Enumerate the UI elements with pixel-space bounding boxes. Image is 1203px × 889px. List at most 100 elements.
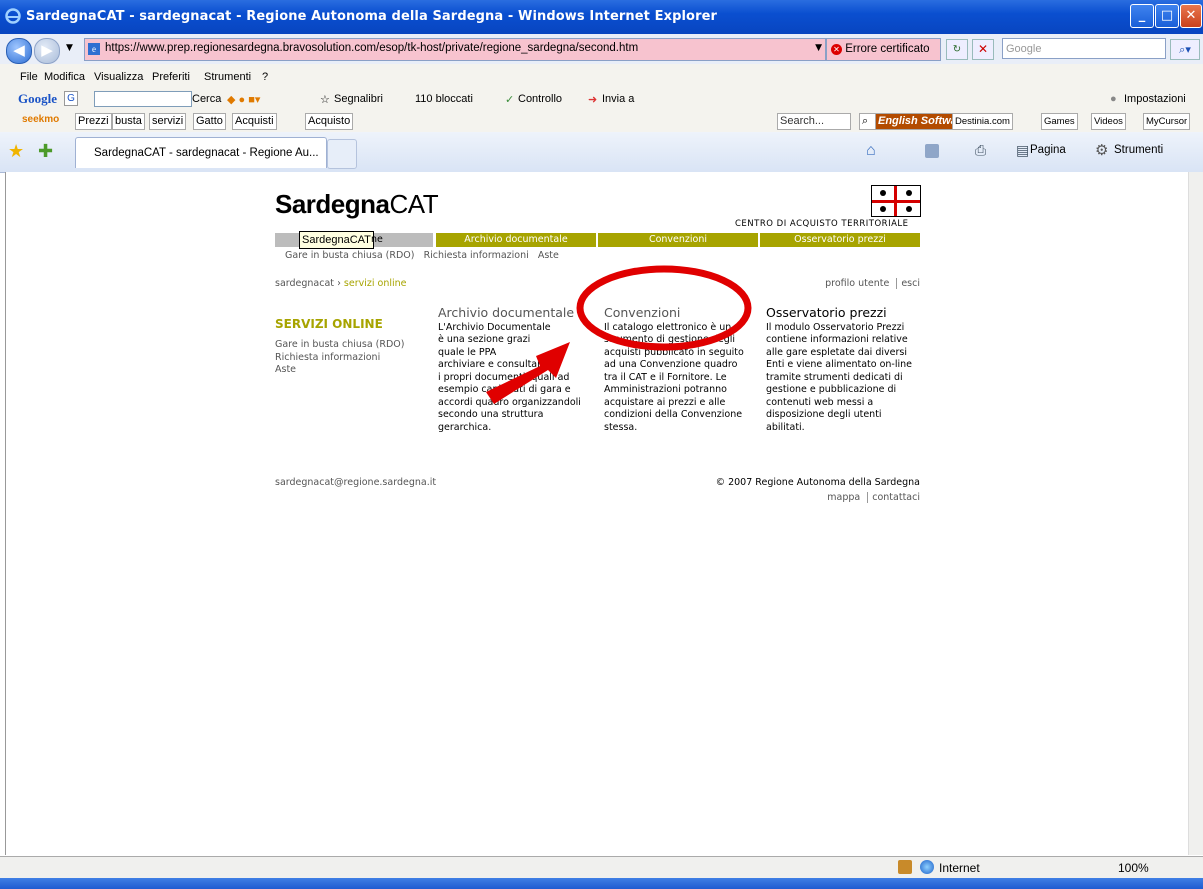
favorites-star-icon[interactable]: ★ [8, 141, 24, 162]
google-cerca-button[interactable]: Cerca [192, 93, 221, 105]
url-dropdown-icon[interactable]: ▼ [815, 43, 822, 53]
seek-btn-acquisti[interactable]: Acquisti [232, 113, 277, 130]
column-osservatorio: Osservatorio prezzi Il modulo Osservator… [766, 305, 912, 433]
new-tab-button[interactable] [327, 139, 357, 169]
seek-btn-servizi[interactable]: servizi [149, 113, 187, 130]
url-input[interactable]: e https://www.prep.regionesardegna.bravo… [84, 38, 826, 61]
page-icon: ▤ [1016, 142, 1030, 158]
google-search-input[interactable] [94, 91, 192, 107]
column-title-archivio[interactable]: Archivio documentale [438, 306, 581, 320]
pagina-menu[interactable]: Pagina [1030, 144, 1066, 156]
nav-convenzioni[interactable]: Convenzioni [598, 233, 758, 247]
menu-preferiti[interactable]: Preferiti [152, 71, 190, 83]
search-button[interactable]: ⌕▾ [1170, 39, 1200, 60]
menu-modifica[interactable]: Modifica [44, 71, 85, 83]
subnav-rdo[interactable]: Gare in busta chiusa (RDO) [285, 250, 415, 261]
tab-label: SardegnaCAT - sardegnacat - Regione Au..… [94, 147, 319, 159]
google-g-icon[interactable]: G [64, 91, 78, 106]
security-icon [898, 860, 912, 874]
footer-link-contattaci[interactable]: contattaci [872, 492, 920, 503]
zone-label: Internet [939, 861, 980, 875]
tab-bar: ★ ✚ SardegnaCAT - sardegnacat - Regione … [0, 132, 1203, 173]
seek-btn-busta[interactable]: busta [112, 113, 145, 130]
status-bar: Internet 100% [0, 856, 1203, 879]
side-link-richiesta[interactable]: Richiesta informazioni [275, 352, 405, 365]
print-icon[interactable]: ⎙ [975, 142, 986, 159]
address-bar: ◀ ▶ ▼ e https://www.prep.regionesardegna… [0, 34, 1203, 65]
window-title: SardegnaCAT - sardegnacat - Regione Auto… [26, 9, 718, 24]
impostazioni-button[interactable]: Impostazioni [1124, 93, 1186, 105]
toolbar-icons[interactable]: ◆ ● ■▾ [227, 93, 260, 106]
seekmo-logo[interactable]: seekmo [22, 114, 59, 125]
footer-link-mappa[interactable]: mappa [827, 492, 860, 503]
home-icon[interactable]: ⌂ [866, 142, 876, 160]
menu-help[interactable]: ? [262, 71, 268, 83]
footer-email[interactable]: sardegnacat@regione.sardegna.it [275, 477, 436, 488]
menu-strumenti[interactable]: Strumenti [204, 71, 251, 83]
seek-btn-prezzi[interactable]: Prezzi [75, 113, 112, 130]
side-links: Gare in busta chiusa (RDO) Richiesta inf… [275, 339, 405, 377]
cert-error-label: Errore certificato [845, 43, 930, 55]
forward-button[interactable]: ▶ [34, 38, 60, 64]
back-button[interactable]: ◀ [6, 38, 32, 64]
spellcheck-icon: ✓ [505, 94, 515, 106]
minimize-button[interactable]: _ [1130, 4, 1154, 28]
menu-file[interactable]: File [20, 71, 38, 83]
nav-dropdown-icon[interactable]: ▼ [66, 43, 73, 53]
seekmo-toolbar: seekmo Prezzi busta servizi Gatto Acquis… [0, 110, 1203, 133]
side-link-aste[interactable]: Aste [275, 364, 405, 377]
controllo-button[interactable]: Controllo [518, 93, 562, 105]
page-favicon-icon: e [88, 43, 100, 55]
send-icon: ➜ [588, 94, 598, 106]
user-links: profilo utente esci [825, 278, 920, 289]
column-convenzioni: Convenzioni Il catalogo elettronico è un… [604, 305, 744, 433]
breadcrumb: sardegnacat › servizi online [275, 278, 407, 289]
link-videos[interactable]: Videos [1091, 113, 1126, 130]
breadcrumb-current: servizi online [343, 278, 407, 289]
sardegnacat-page: SardegnaCAT CENTRO DI ACQUISTO TERRITORI… [275, 182, 921, 522]
site-logo[interactable]: SardegnaCAT [275, 189, 439, 220]
footer-copyright: © 2007 Regione Autonoma della Sardegna [715, 477, 920, 488]
seek-btn-acquisto[interactable]: Acquisto [305, 113, 354, 130]
strumenti-menu[interactable]: Strumenti [1114, 144, 1163, 156]
seek-search-input[interactable]: Search... [777, 113, 851, 130]
subnav-richiesta[interactable]: Richiesta informazioni [424, 250, 529, 261]
nav-osservatorio-prezzi[interactable]: Osservatorio prezzi [760, 233, 920, 247]
nav-label-tail: ne [371, 234, 383, 245]
certificate-error-button[interactable]: ✕ Errore certificato [826, 38, 941, 61]
vertical-scrollbar[interactable] [1188, 172, 1203, 855]
add-favorites-icon[interactable]: ✚ [38, 141, 53, 162]
invia-button[interactable]: Invia a [602, 93, 634, 105]
side-heading: SERVIZI ONLINE [275, 317, 383, 331]
link-games[interactable]: Games [1041, 113, 1078, 130]
nav-archivio-documentale[interactable]: Archivio documentale [436, 233, 596, 247]
logout-link[interactable]: esci [901, 278, 920, 289]
sardinia-flag-icon [871, 185, 921, 217]
profile-link[interactable]: profilo utente [825, 278, 889, 289]
link-mycursor[interactable]: MyCursor [1143, 113, 1191, 130]
rss-icon[interactable] [925, 144, 939, 158]
seek-btn-gatto[interactable]: Gatto [193, 113, 226, 130]
breadcrumb-separator: › [337, 278, 341, 289]
stop-button[interactable]: ✕ [972, 39, 994, 60]
search-input[interactable]: Google [1002, 38, 1166, 59]
settings-icon: ● [1110, 93, 1117, 105]
link-destinia[interactable]: Destinia.com [952, 113, 1013, 130]
segnalibri-button[interactable]: Segnalibri [334, 93, 383, 105]
close-button[interactable]: ✕ [1180, 4, 1202, 28]
sub-nav: Gare in busta chiusa (RDO) Richiesta inf… [285, 250, 559, 261]
footer-links: mappa contattaci [827, 492, 920, 503]
popup-blocker-button[interactable]: 110 bloccati [415, 93, 473, 105]
column-title-convenzioni[interactable]: Convenzioni [604, 306, 744, 320]
breadcrumb-root[interactable]: sardegnacat [275, 278, 334, 289]
subnav-aste[interactable]: Aste [538, 250, 559, 261]
menu-visualizza[interactable]: Visualizza [94, 71, 143, 83]
zoom-level[interactable]: 100% [1118, 861, 1149, 875]
tooltip: SardegnaCAT [299, 231, 374, 249]
refresh-button[interactable]: ↻ [946, 39, 968, 60]
tab-sardegnacat[interactable]: SardegnaCAT - sardegnacat - Regione Au..… [75, 137, 327, 168]
column-title-osservatorio[interactable]: Osservatorio prezzi [766, 306, 912, 320]
maximize-button[interactable]: □ [1155, 4, 1179, 28]
side-link-rdo[interactable]: Gare in busta chiusa (RDO) [275, 339, 405, 352]
site-subtitle: CENTRO DI ACQUISTO TERRITORIALE [735, 219, 909, 229]
